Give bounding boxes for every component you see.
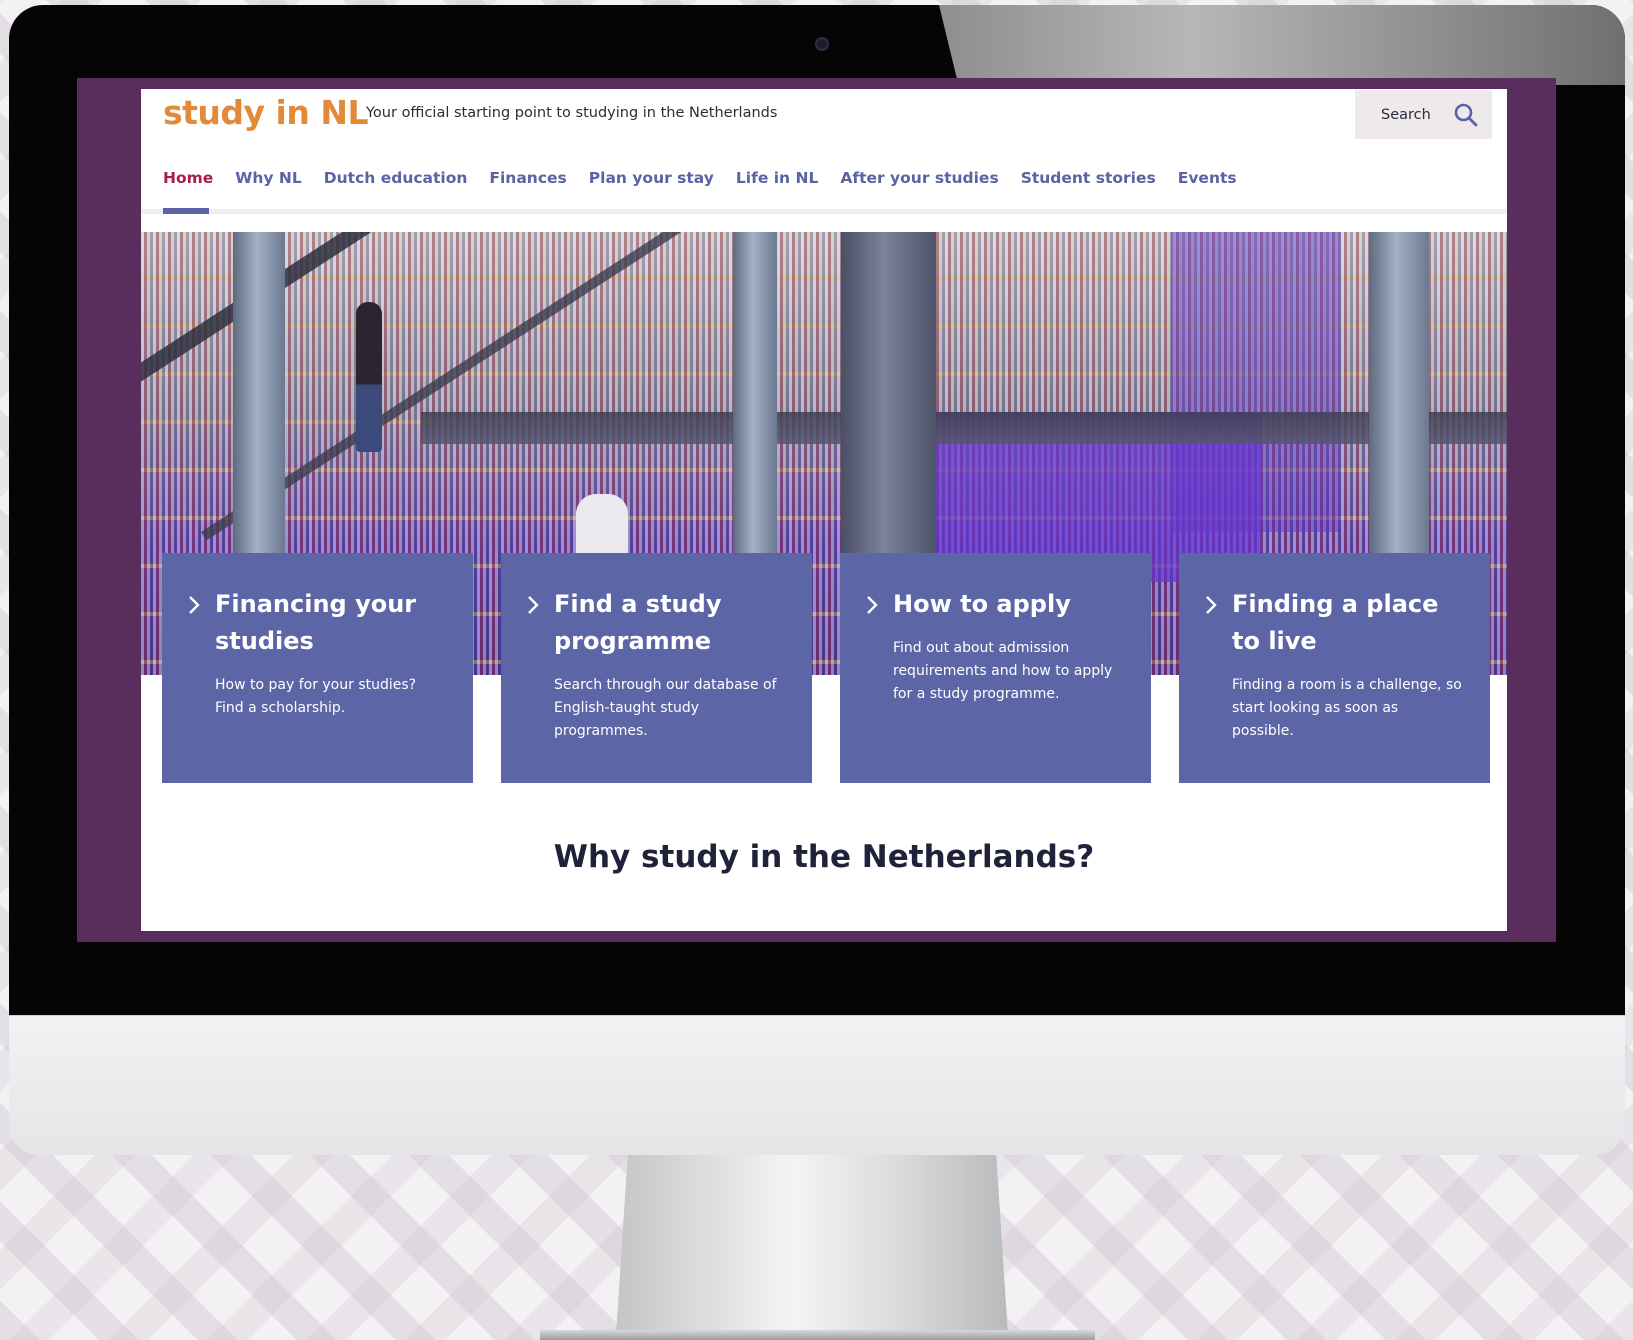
card-title: How to apply <box>893 590 1071 618</box>
chevron-right-icon <box>189 596 200 614</box>
section-title: Why study in the Netherlands? <box>553 839 1095 875</box>
nav-divider <box>141 209 1507 214</box>
site-logo[interactable]: study in NL <box>163 93 368 132</box>
chevron-right-icon <box>1206 596 1217 614</box>
screen: study in NL Your official starting point… <box>77 78 1556 942</box>
balcony <box>421 412 1507 444</box>
nav-item-why-nl[interactable]: Why NL <box>235 169 301 193</box>
nav-item-after-your-studies[interactable]: After your studies <box>840 169 998 193</box>
nav-item-finances[interactable]: Finances <box>489 169 566 193</box>
nav-item-student-stories[interactable]: Student stories <box>1021 169 1156 193</box>
monitor-stand-base <box>540 1330 1095 1340</box>
web-page: study in NL Your official starting point… <box>141 89 1507 931</box>
card-text: Finding a room is a challenge, so start … <box>1232 677 1462 739</box>
card-title: Finding a place to live <box>1232 590 1439 655</box>
card-financing[interactable]: Financing your studies How to pay for yo… <box>162 553 473 783</box>
camera-icon <box>815 37 829 51</box>
student-figure <box>356 302 382 452</box>
card-title: Find a study programme <box>554 590 722 655</box>
nav-item-home[interactable]: Home <box>163 169 213 193</box>
card-text: Find out about admission requirements an… <box>893 640 1113 702</box>
card-place-to-live[interactable]: Finding a place to live Finding a room i… <box>1179 553 1490 783</box>
site-header: study in NL Your official starting point… <box>141 89 1507 214</box>
nav-item-plan-your-stay[interactable]: Plan your stay <box>589 169 714 193</box>
card-how-to-apply[interactable]: How to apply Find out about admission re… <box>840 553 1151 783</box>
card-text: Search through our database of English-t… <box>554 677 777 739</box>
card-find-programme[interactable]: Find a study programme Search through ou… <box>501 553 812 783</box>
nav-item-events[interactable]: Events <box>1178 169 1237 193</box>
search-label: Search <box>1381 106 1431 123</box>
nav-active-indicator <box>163 208 209 214</box>
site-tagline: Your official starting point to studying… <box>366 105 778 121</box>
main-nav: Home Why NL Dutch education Finances Pla… <box>163 169 1259 193</box>
card-title: Financing your studies <box>215 590 417 655</box>
search-icon <box>1454 103 1478 127</box>
chevron-right-icon <box>867 596 878 614</box>
bezel-reflection <box>939 5 1625 85</box>
nav-item-dutch-education[interactable]: Dutch education <box>324 169 468 193</box>
card-text: How to pay for your studies? Find a scho… <box>215 677 417 716</box>
monitor-chin <box>9 1015 1625 1155</box>
monitor-stand <box>616 1155 1008 1335</box>
chevron-right-icon <box>528 596 539 614</box>
nav-item-life-in-nl[interactable]: Life in NL <box>736 169 818 193</box>
search-button[interactable]: Search <box>1355 90 1492 139</box>
